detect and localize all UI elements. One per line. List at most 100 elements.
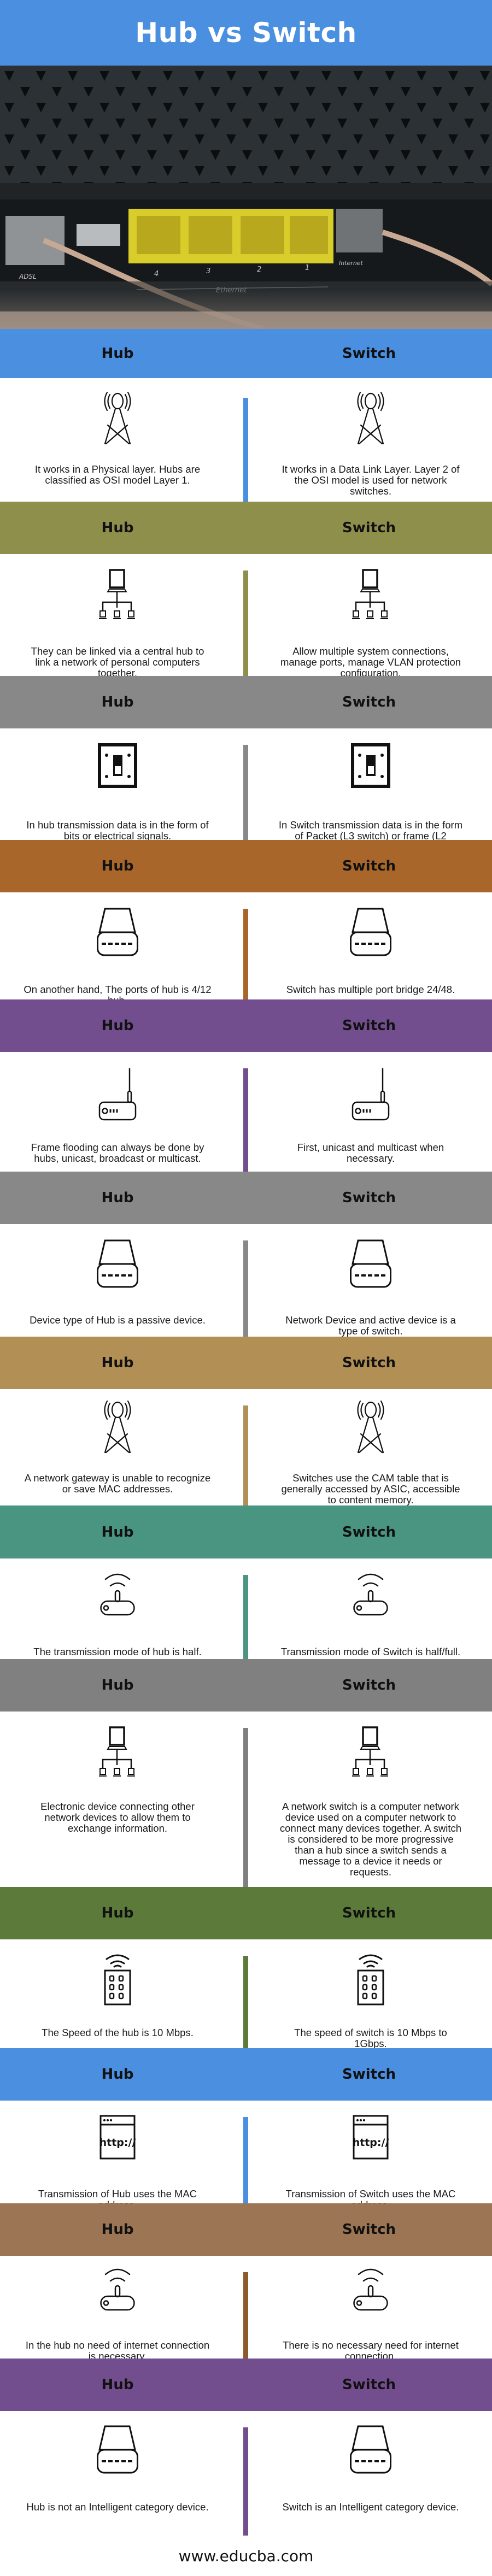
switch-column: Allow multiple system connections, manag… xyxy=(261,568,480,679)
comparison-section: Hub Switch It works in a Physical layer.… xyxy=(0,329,492,502)
hub-column: Device type of Hub is a passive device. xyxy=(11,1239,224,1326)
antenna-tower-icon xyxy=(261,390,480,448)
antenna-tower-icon xyxy=(11,1399,224,1456)
http-text: http:// xyxy=(353,2137,389,2149)
section-content: http://Transmission of Hub uses the MAC … xyxy=(0,2101,492,2210)
usb-port xyxy=(77,224,120,246)
section-content: It works in a Physical layer. Hubs are c… xyxy=(0,378,492,502)
section-header-band: Hub Switch xyxy=(0,329,492,378)
switch-toggle-icon xyxy=(11,743,224,791)
switch-description: The speed of switch is 10 Mbps to 1Gbps. xyxy=(294,2027,447,2049)
network-device-icon xyxy=(261,908,480,960)
hub-column: http://Transmission of Hub uses the MAC … xyxy=(11,2115,224,2210)
switch-description: First, unicast and multicast when necess… xyxy=(297,1142,444,1164)
switch-column: The speed of switch is 10 Mbps to 1Gbps. xyxy=(261,1954,480,2049)
switch-column-label: Switch xyxy=(342,694,396,710)
port-label: 1 xyxy=(305,264,309,272)
internet-label: Internet xyxy=(339,260,364,267)
comparison-section: Hub Switch The transmission mode of hub … xyxy=(0,1505,492,1659)
switch-description: Switch has multiple port bridge 24/48. xyxy=(286,984,455,995)
port-label: 2 xyxy=(257,266,261,274)
switch-column-label: Switch xyxy=(342,520,396,536)
wireless-building-icon xyxy=(261,1954,480,2009)
column-divider xyxy=(243,2117,248,2203)
switch-column: Switch has multiple port bridge 24/48. xyxy=(261,908,480,995)
network-topology-icon xyxy=(11,568,224,624)
section-header-band: Hub Switch xyxy=(0,1887,492,1939)
column-divider xyxy=(243,2272,248,2359)
network-device-icon xyxy=(261,2425,480,2477)
column-divider xyxy=(243,1240,248,1337)
section-header-band: Hub Switch xyxy=(0,502,492,554)
hub-column-label: Hub xyxy=(101,1905,134,1921)
switch-column-label: Switch xyxy=(342,2377,396,2393)
adsl-port xyxy=(5,216,65,265)
title-band: Hub vs Switch xyxy=(0,0,492,66)
column-divider xyxy=(243,398,248,502)
hub-column: It works in a Physical layer. Hubs are c… xyxy=(11,390,224,486)
switch-column: There is no necessary need for internet … xyxy=(261,2268,480,2362)
hub-column-label: Hub xyxy=(101,858,134,874)
hub-column-label: Hub xyxy=(101,694,134,710)
section-content: In the hub no need of internet connectio… xyxy=(0,2256,492,2362)
hub-column-label: Hub xyxy=(101,1677,134,1693)
footer-website[interactable]: www.educba.com xyxy=(179,2547,314,2565)
switch-column: http://Transmission of Switch uses the M… xyxy=(261,2115,480,2210)
hub-column-label: Hub xyxy=(101,1355,134,1371)
hub-column: The Speed of the hub is 10 Mbps. xyxy=(11,1954,224,2038)
switch-column-label: Switch xyxy=(342,345,396,362)
comparison-section: Hub Switch In hub transmission data is i… xyxy=(0,676,492,852)
section-header-band: Hub Switch xyxy=(0,1659,492,1712)
hub-description: Frame flooding can always be done by hub… xyxy=(31,1142,204,1164)
network-device-icon xyxy=(11,2425,224,2477)
section-header-band: Hub Switch xyxy=(0,1505,492,1558)
section-header-band: Hub Switch xyxy=(0,2203,492,2256)
wifi-router-icon xyxy=(11,1573,224,1619)
network-topology-icon xyxy=(261,1726,480,1781)
column-divider xyxy=(243,2427,248,2536)
switch-description: Switch is an Intelligent category device… xyxy=(282,2501,459,2513)
column-divider xyxy=(243,1405,248,1505)
hub-column-label: Hub xyxy=(101,345,134,362)
section-header-band: Hub Switch xyxy=(0,2048,492,2101)
port-label: 4 xyxy=(154,270,159,278)
switch-column: First, unicast and multicast when necess… xyxy=(261,1067,480,1164)
section-header-band: Hub Switch xyxy=(0,999,492,1052)
http-text: http:// xyxy=(99,2137,136,2149)
section-content: A network gateway is unable to recognize… xyxy=(0,1389,492,1505)
hub-description: In hub transmission data is in the form … xyxy=(26,819,209,842)
switch-column-label: Switch xyxy=(342,1905,396,1921)
adsl-label: ADSL xyxy=(19,273,37,280)
section-header-band: Hub Switch xyxy=(0,840,492,892)
hub-column: On another hand, The ports of hub is 4/1… xyxy=(11,908,224,1006)
hub-description: Electronic device connecting other netwo… xyxy=(40,1801,195,1834)
hub-column: The transmission mode of hub is half. xyxy=(11,1573,224,1657)
switch-column-label: Switch xyxy=(342,1355,396,1371)
comparison-section: Hub Switch They can be linked via a cent… xyxy=(0,502,492,679)
hub-column-label: Hub xyxy=(101,2066,134,2083)
network-device-icon xyxy=(261,1239,480,1291)
section-content: They can be linked via a central hub to … xyxy=(0,554,492,679)
section-content: Frame flooding can always be done by hub… xyxy=(0,1052,492,1172)
section-content: Device type of Hub is a passive device. … xyxy=(0,1224,492,1337)
comparison-section: Hub Switch Frame flooding can always be … xyxy=(0,999,492,1172)
http-browser-icon: http:// xyxy=(261,2115,480,2162)
hub-description: Device type of Hub is a passive device. xyxy=(30,1314,206,1326)
hub-description: The Speed of the hub is 10 Mbps. xyxy=(42,2027,194,2038)
router-antenna-icon xyxy=(11,1067,224,1125)
footer: www.educba.com xyxy=(0,2536,492,2576)
column-divider xyxy=(243,1956,248,2048)
column-divider xyxy=(243,571,248,676)
switch-column: In Switch transmission data is in the fo… xyxy=(261,743,480,852)
section-header-band: Hub Switch xyxy=(0,676,492,728)
page-title: Hub vs Switch xyxy=(135,17,357,49)
antenna-tower-icon xyxy=(261,1399,480,1456)
switch-column: A network switch is a computer network d… xyxy=(261,1726,480,1878)
comparison-section: Hub Switch On another hand, The ports of… xyxy=(0,840,492,1006)
hub-description: They can be linked via a central hub to … xyxy=(31,645,204,679)
router-antenna-icon xyxy=(261,1067,480,1125)
switch-column: Network Device and active device is a ty… xyxy=(261,1239,480,1337)
switch-column-label: Switch xyxy=(342,1677,396,1693)
wifi-router-icon xyxy=(11,2268,224,2314)
hub-column: A network gateway is unable to recognize… xyxy=(11,1399,224,1495)
